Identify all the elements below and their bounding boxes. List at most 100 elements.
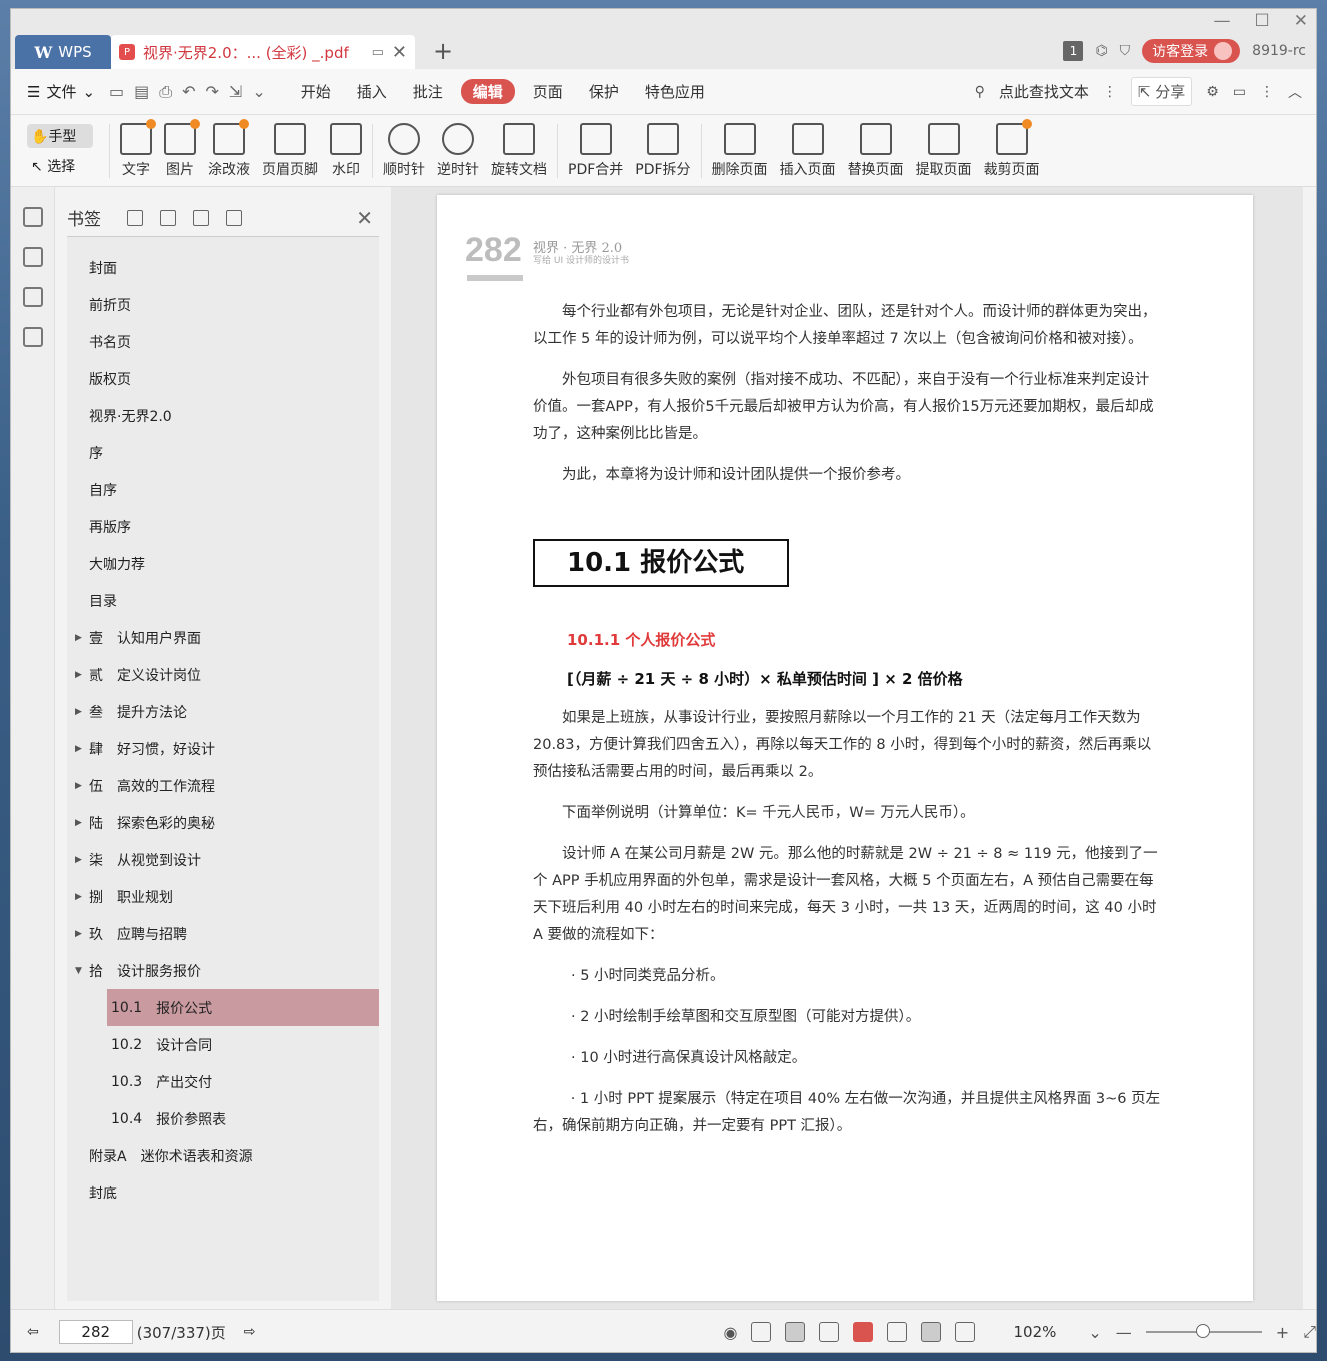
new-tab-button[interactable]: + <box>433 37 453 65</box>
hand-tool-button[interactable]: ✋手型 <box>27 123 93 148</box>
bookmark-item[interactable]: 序 <box>67 434 379 471</box>
bookmark-item[interactable]: 目录 <box>67 582 379 619</box>
insert-page-button[interactable]: 插入页面 <box>780 122 836 179</box>
text-button[interactable]: 文字 <box>120 118 156 179</box>
skin-icon[interactable]: ⛉ <box>1120 43 1131 59</box>
bookmark-item[interactable]: ▶ 贰定义设计岗位 <box>67 656 379 693</box>
play-icon[interactable] <box>853 1322 874 1342</box>
close-window-button[interactable]: ✕ <box>1294 11 1308 31</box>
delete-page-button[interactable]: 删除页面 <box>712 122 768 179</box>
vertical-scrollbar[interactable] <box>1298 199 1312 1352</box>
find-text-button[interactable]: 点此查找文本 <box>999 81 1089 102</box>
next-page-icon[interactable]: ⇨ <box>244 1324 256 1340</box>
tab-page[interactable]: 页面 <box>533 81 563 102</box>
bookmark-item[interactable]: ▼ 拾设计服务报价 <box>67 952 379 989</box>
watermark-button[interactable]: 水印 <box>330 122 362 179</box>
dual-page-icon[interactable] <box>819 1322 840 1342</box>
header-footer-button[interactable]: 页眉页脚 <box>262 122 318 179</box>
expand-arrow-icon[interactable]: ▶ <box>75 781 82 791</box>
expand-arrow-icon[interactable]: ▶ <box>75 892 82 902</box>
close-panel-icon[interactable]: ✕ <box>356 206 373 230</box>
select-tool-button[interactable]: ↖ 选择 <box>27 154 93 178</box>
expand-arrow-icon[interactable]: ▶ <box>75 707 82 717</box>
settings-icon[interactable]: ⚙ <box>1206 84 1219 100</box>
document-tab[interactable]: P 视界·无界2.0：... (全彩) _.pdf ▭ ✕ <box>111 35 415 69</box>
eye-protection-icon[interactable]: ◉ <box>724 1323 738 1342</box>
wps-home-tab[interactable]: W WPS <box>15 35 111 69</box>
file-menu[interactable]: ☰ 文件 ⌄ <box>27 81 95 102</box>
page-number-input[interactable]: 282 <box>58 1320 133 1344</box>
fullscreen-icon[interactable]: ⤢ <box>1303 1322 1316 1342</box>
bookmark-item[interactable]: 再版序 <box>67 508 379 545</box>
tab-edit[interactable]: 编辑 <box>460 79 515 104</box>
bookmark-item[interactable]: 大咖力荐 <box>67 545 379 582</box>
bookmark-item[interactable]: 版权页 <box>67 360 379 397</box>
close-tab-icon[interactable]: ✕ <box>392 42 407 63</box>
share-button[interactable]: ⇱ 分享 <box>1130 77 1193 106</box>
bookmark-item[interactable]: ▶ 壹认知用户界面 <box>67 619 379 656</box>
actual-size-icon[interactable] <box>887 1322 908 1342</box>
expand-arrow-icon[interactable]: ▶ <box>75 929 82 939</box>
tab-special[interactable]: 特色应用 <box>645 81 705 102</box>
bookmark-item[interactable]: ▶ 叁提升方法论 <box>67 693 379 730</box>
bookmark-item[interactable]: ▶ 伍高效的工作流程 <box>67 767 379 804</box>
replace-page-button[interactable]: 替换页面 <box>848 122 904 179</box>
annotation-icon[interactable] <box>22 287 43 307</box>
rotate-doc-button[interactable]: 旋转文档 <box>491 122 547 179</box>
bookmark-item[interactable]: 封底 <box>67 1174 379 1211</box>
undo-icon[interactable]: ↶ <box>182 82 195 102</box>
window-count-badge[interactable]: 1 <box>1063 41 1084 61</box>
zoom-level[interactable]: 102% <box>1013 1323 1056 1341</box>
fit-page-icon[interactable] <box>921 1322 942 1342</box>
thumbnail-icon[interactable] <box>22 247 43 267</box>
single-page-icon[interactable] <box>785 1322 806 1342</box>
image-button[interactable]: 图片 <box>164 118 200 179</box>
pdf-merge-button[interactable]: PDF合并 <box>568 122 623 179</box>
save-icon[interactable]: ▤ <box>134 82 149 102</box>
add-bookmark-icon[interactable] <box>193 209 209 226</box>
zoom-dropdown-icon[interactable]: ⌄ <box>1088 1323 1101 1342</box>
bookmark-item[interactable]: ▶ 柒从视觉到设计 <box>67 841 379 878</box>
pdf-split-button[interactable]: PDF拆分 <box>635 122 691 179</box>
bookmark-item[interactable]: 附录A 迷你术语表和资源 <box>67 1137 379 1174</box>
expand-all-icon[interactable] <box>127 209 143 226</box>
minimize-button[interactable]: — <box>1214 11 1231 31</box>
collapse-all-icon[interactable] <box>160 209 176 226</box>
rotate-ccw-button[interactable]: 逆时针 <box>437 122 479 179</box>
rotate-cw-button[interactable]: 顺时针 <box>383 122 425 179</box>
bookmark-item[interactable]: 封面 <box>67 249 379 286</box>
extract-page-button[interactable]: 提取页面 <box>916 122 972 179</box>
more-icon[interactable]: ⋮ <box>1260 84 1274 100</box>
expand-arrow-icon[interactable]: ▶ <box>75 670 82 680</box>
zoom-in-icon[interactable]: + <box>1276 1323 1289 1342</box>
bookmark-item[interactable]: 10.4 报价参照表 <box>67 1100 379 1137</box>
comment-icon[interactable]: ▭ <box>1233 84 1246 100</box>
tab-protect[interactable]: 保护 <box>589 81 619 102</box>
search-icon[interactable]: ⚲ <box>975 84 985 100</box>
bookmark-options-icon[interactable] <box>226 209 242 226</box>
tab-insert[interactable]: 插入 <box>357 81 387 102</box>
maximize-button[interactable]: ☐ <box>1255 11 1270 31</box>
bookmark-item[interactable]: 10.3 产出交付 <box>67 1063 379 1100</box>
redo-icon[interactable]: ↷ <box>206 82 219 102</box>
bookmark-item[interactable]: 前折页 <box>67 286 379 323</box>
tab-annotate[interactable]: 批注 <box>413 81 443 102</box>
signature-icon[interactable] <box>22 327 43 347</box>
bookmark-panel-icon[interactable] <box>22 207 43 227</box>
cloud-icon[interactable]: ⌬ <box>1095 43 1107 59</box>
correction-button[interactable]: 涂改液 <box>208 118 250 179</box>
print-icon[interactable]: ⎙ <box>159 82 172 102</box>
bookmark-item-selected[interactable]: 10.1 报价公式 <box>107 989 379 1026</box>
collapse-ribbon-icon[interactable]: ︿ <box>1288 82 1302 102</box>
more-down-icon[interactable]: ⌄ <box>252 82 265 102</box>
zoom-slider-knob[interactable] <box>1195 1324 1210 1338</box>
expand-arrow-icon[interactable]: ▶ <box>75 744 82 754</box>
crop-page-button[interactable]: 裁剪页面 <box>984 118 1040 179</box>
bookmark-item[interactable]: ▶ 玖应聘与招聘 <box>67 915 379 952</box>
open-icon[interactable]: ▭ <box>109 82 124 102</box>
zoom-slider[interactable] <box>1145 1324 1262 1338</box>
zoom-out-icon[interactable]: — <box>1116 1323 1132 1342</box>
prev-page-icon[interactable]: ⇦ <box>27 1324 39 1340</box>
export-icon[interactable]: ⇲ <box>229 82 242 102</box>
bookmark-item[interactable]: ▶ 捌职业规划 <box>67 878 379 915</box>
